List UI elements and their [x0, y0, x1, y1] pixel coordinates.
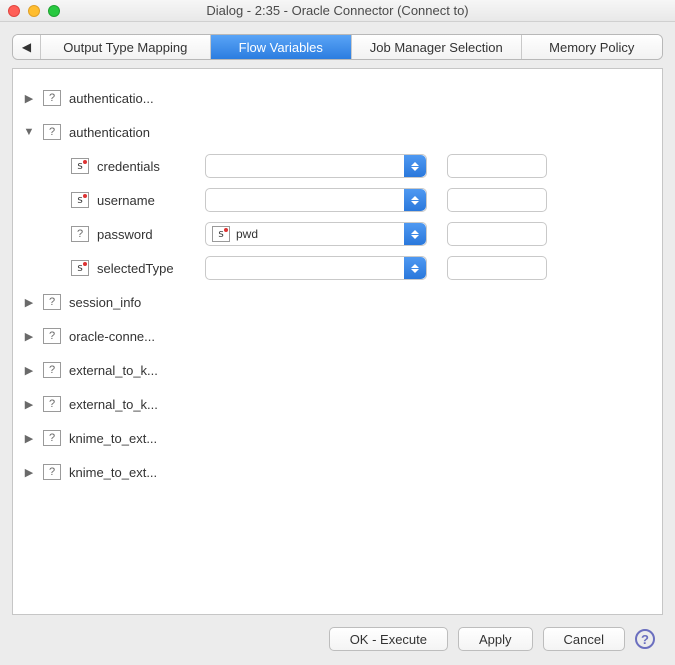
type-string-icon: [212, 226, 230, 242]
type-unknown-icon: [43, 124, 61, 140]
selected-type-dropdown[interactable]: [205, 256, 427, 280]
tab-bar: ◀ Output Type Mapping Flow Variables Job…: [12, 34, 663, 60]
tree-node[interactable]: ▶ oracle-conne...: [23, 319, 652, 353]
chevron-icon: [404, 155, 426, 177]
disclosure-icon[interactable]: ▶: [23, 92, 35, 105]
type-string-icon: [71, 260, 89, 276]
tree-node[interactable]: ▶ knime_to_ext...: [23, 421, 652, 455]
type-unknown-icon: [43, 294, 61, 310]
tree-node[interactable]: ▶ authenticatio...: [23, 81, 652, 115]
disclosure-icon[interactable]: ▶: [23, 330, 35, 343]
type-unknown-icon: [43, 430, 61, 446]
dropdown-value: pwd: [236, 227, 258, 241]
tab-output-type-mapping[interactable]: Output Type Mapping: [41, 35, 211, 59]
disclosure-icon[interactable]: ▶: [23, 296, 35, 309]
type-string-icon: [71, 158, 89, 174]
disclosure-icon[interactable]: ▶: [23, 432, 35, 445]
leaf-label: username: [97, 193, 197, 208]
type-unknown-icon: [43, 464, 61, 480]
disclosure-icon[interactable]: ▼: [23, 126, 35, 138]
ok-execute-button[interactable]: OK - Execute: [329, 627, 448, 651]
disclosure-icon[interactable]: ▶: [23, 364, 35, 377]
node-label: authenticatio...: [69, 91, 169, 106]
flow-variables-panel: ▶ authenticatio... ▼ authentication cred…: [12, 68, 663, 615]
window-title: Dialog - 2:35 - Oracle Connector (Connec…: [0, 3, 675, 18]
username-input[interactable]: [447, 188, 547, 212]
type-unknown-icon: [43, 362, 61, 378]
disclosure-icon[interactable]: ▶: [23, 398, 35, 411]
tree-leaf-password: password pwd: [23, 217, 652, 251]
type-unknown-icon: [71, 226, 89, 242]
type-string-icon: [71, 192, 89, 208]
chevron-icon: [404, 223, 426, 245]
leaf-label: credentials: [97, 159, 197, 174]
type-unknown-icon: [43, 396, 61, 412]
tab-scroll-left[interactable]: ◀: [13, 35, 41, 59]
tab-job-manager[interactable]: Job Manager Selection: [352, 35, 522, 59]
tree-leaf-credentials: credentials: [23, 149, 652, 183]
tree-leaf-selected-type: selectedType: [23, 251, 652, 285]
chevron-icon: [404, 257, 426, 279]
credentials-input[interactable]: [447, 154, 547, 178]
tree-node[interactable]: ▶ session_info: [23, 285, 652, 319]
node-label: knime_to_ext...: [69, 431, 169, 446]
username-dropdown[interactable]: [205, 188, 427, 212]
tree-node[interactable]: ▶ external_to_k...: [23, 353, 652, 387]
dialog-button-bar: OK - Execute Apply Cancel ?: [12, 615, 663, 657]
node-label: external_to_k...: [69, 363, 169, 378]
node-label: oracle-conne...: [69, 329, 169, 344]
tree-node[interactable]: ▶ knime_to_ext...: [23, 455, 652, 489]
node-label: external_to_k...: [69, 397, 169, 412]
tree-node[interactable]: ▼ authentication: [23, 115, 652, 149]
leaf-label: password: [97, 227, 197, 242]
tab-flow-variables[interactable]: Flow Variables: [211, 35, 352, 59]
node-label: authentication: [69, 125, 169, 140]
type-unknown-icon: [43, 90, 61, 106]
node-label: knime_to_ext...: [69, 465, 169, 480]
cancel-button[interactable]: Cancel: [543, 627, 625, 651]
apply-button[interactable]: Apply: [458, 627, 533, 651]
password-dropdown[interactable]: pwd: [205, 222, 427, 246]
node-label: session_info: [69, 295, 169, 310]
selected-type-input[interactable]: [447, 256, 547, 280]
tab-memory-policy[interactable]: Memory Policy: [522, 35, 662, 59]
disclosure-icon[interactable]: ▶: [23, 466, 35, 479]
chevron-icon: [404, 189, 426, 211]
title-bar: Dialog - 2:35 - Oracle Connector (Connec…: [0, 0, 675, 22]
leaf-label: selectedType: [97, 261, 197, 276]
tree-node[interactable]: ▶ external_to_k...: [23, 387, 652, 421]
type-unknown-icon: [43, 328, 61, 344]
password-input[interactable]: [447, 222, 547, 246]
help-icon[interactable]: ?: [635, 629, 655, 649]
credentials-dropdown[interactable]: [205, 154, 427, 178]
tree-leaf-username: username: [23, 183, 652, 217]
